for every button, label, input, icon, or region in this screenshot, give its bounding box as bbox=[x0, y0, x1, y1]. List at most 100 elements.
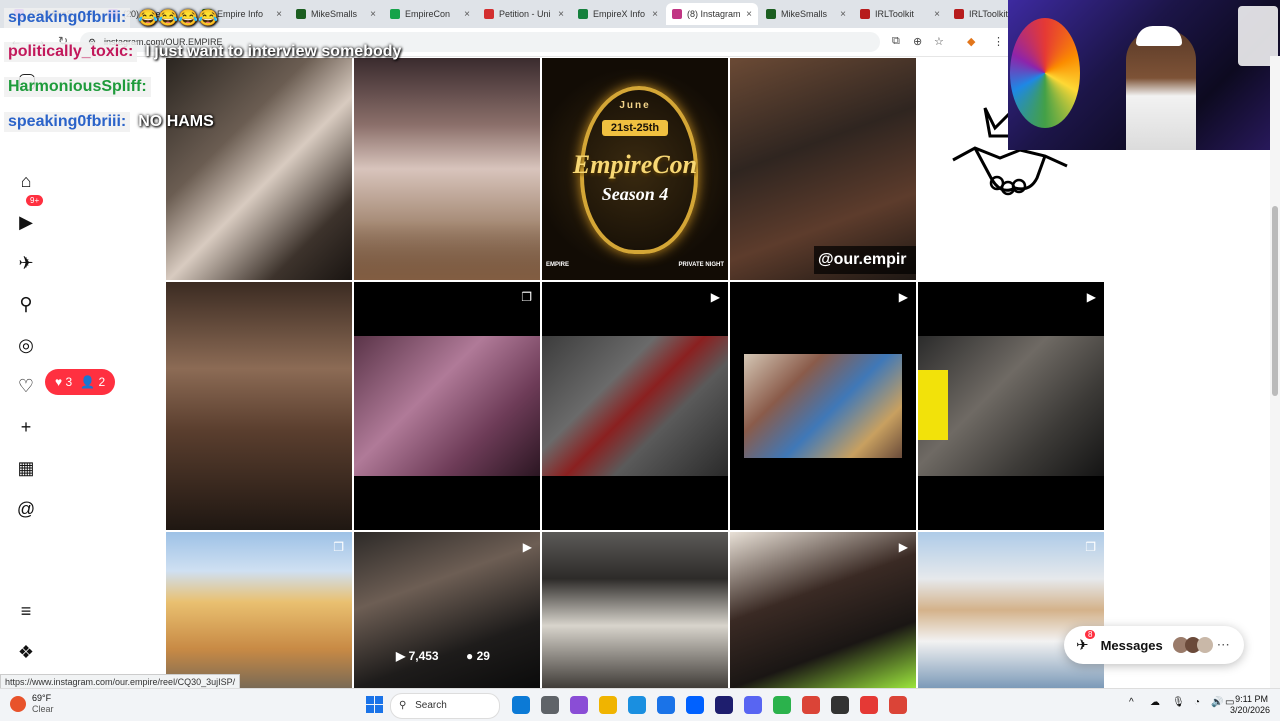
create-icon[interactable]: + bbox=[15, 416, 37, 438]
close-icon[interactable]: × bbox=[840, 9, 846, 20]
weather-widget[interactable]: 69°F Clear bbox=[10, 693, 54, 715]
post-tile-reel[interactable]: ▶ ▶ 7,453 ● 29 bbox=[354, 532, 540, 688]
folder-icon[interactable] bbox=[599, 696, 617, 714]
close-icon[interactable]: × bbox=[934, 9, 940, 20]
chat-text: I just want to interview somebody bbox=[145, 43, 402, 60]
edge-icon[interactable] bbox=[512, 696, 530, 714]
messages-button[interactable]: ✈ 8 Messages ⋯ bbox=[1064, 626, 1244, 664]
handle-overlay: @our.empir bbox=[814, 246, 916, 274]
network-icon[interactable]: ☁ bbox=[1150, 697, 1160, 708]
dropbox-icon[interactable] bbox=[686, 696, 704, 714]
more-icon[interactable]: ⋯ bbox=[1217, 637, 1230, 653]
explore-icon[interactable]: ◎ bbox=[15, 334, 37, 356]
browser-tab[interactable]: (8) Instagram × bbox=[666, 3, 758, 25]
tab-favicon-icon bbox=[390, 9, 400, 19]
chrome2-icon[interactable] bbox=[889, 696, 907, 714]
banner-footer-left: EMPIRE bbox=[546, 262, 570, 268]
chrome-icon[interactable] bbox=[802, 696, 820, 714]
app2-icon[interactable] bbox=[860, 696, 878, 714]
tab-label: MikeSmalls bbox=[781, 9, 828, 19]
post-tile[interactable]: ▶ bbox=[730, 282, 916, 530]
mic-icon[interactable]: 🎙 bbox=[1172, 697, 1185, 708]
messenger-badge: 9+ bbox=[26, 195, 44, 206]
wifi-icon[interactable]: ◔ bbox=[1194, 697, 1200, 708]
clock[interactable]: 9:11 PM 3/20/2026 bbox=[1230, 694, 1270, 716]
chat-username: politically_toxic: bbox=[4, 42, 138, 62]
post-tile[interactable]: ▶ bbox=[918, 282, 1104, 530]
app-icon[interactable] bbox=[773, 696, 791, 714]
install-icon[interactable]: ⧉ bbox=[892, 35, 900, 48]
dashboard-icon[interactable]: ▦ bbox=[15, 457, 37, 479]
start-icon[interactable] bbox=[366, 696, 383, 713]
post-tile[interactable]: ❐ bbox=[354, 282, 540, 530]
instagram-sidebar: ⌂ ▶ ✈ ⚲ ◎ ♡ + ▦ @ ≡ ❖ bbox=[0, 56, 55, 688]
reel-icon: ▶ bbox=[898, 290, 908, 304]
banner-footer-right: PRIVATE NIGHT bbox=[678, 262, 724, 268]
banner-dates: 21st-25th bbox=[602, 120, 668, 136]
search-icon[interactable]: ⚲ bbox=[15, 293, 37, 315]
menu-dots-icon[interactable]: ⋮ bbox=[993, 35, 1004, 48]
messenger-icon[interactable]: ✈ bbox=[15, 252, 37, 274]
post-tile[interactable]: ❐ bbox=[166, 532, 352, 688]
close-icon[interactable]: × bbox=[746, 9, 752, 20]
reel-comments: ● 29 bbox=[466, 649, 490, 663]
post-tile-event-banner[interactable]: June 21st-25th EmpireCon Season 4 EMPIRE… bbox=[542, 58, 728, 280]
widgets-icon[interactable] bbox=[541, 696, 559, 714]
page-scrollbar[interactable] bbox=[1270, 56, 1280, 688]
tab-favicon-icon bbox=[766, 9, 776, 19]
post-tile[interactable] bbox=[166, 58, 352, 280]
post-tile[interactable]: ❐ bbox=[918, 532, 1104, 688]
close-icon[interactable]: × bbox=[558, 9, 564, 20]
browser-icon[interactable] bbox=[628, 696, 646, 714]
scroll-thumb[interactable] bbox=[1272, 206, 1278, 396]
metamask-extension-icon[interactable]: ◆ bbox=[967, 35, 975, 48]
tab-favicon-icon bbox=[484, 9, 494, 19]
home-icon[interactable]: ⌂ bbox=[15, 170, 37, 192]
browser-tab[interactable]: MikeSmalls × bbox=[760, 3, 852, 25]
zoom-icon[interactable]: ⊕ bbox=[913, 35, 922, 48]
post-tile[interactable]: ❐ bbox=[166, 282, 352, 530]
post-tile[interactable]: ▶ bbox=[542, 282, 728, 530]
browser-tab[interactable]: IRLToolkit × bbox=[854, 3, 946, 25]
close-icon[interactable]: × bbox=[370, 9, 376, 20]
post-tile[interactable]: @our.empir bbox=[730, 58, 916, 280]
chat-message: speaking0fbriii: 😂😂😂😂 bbox=[4, 8, 218, 28]
close-icon[interactable]: × bbox=[464, 9, 470, 20]
tab-label: IRLToolkit bbox=[875, 9, 914, 19]
search-placeholder: Search bbox=[415, 700, 447, 711]
store-icon[interactable] bbox=[657, 696, 675, 714]
more-apps-icon[interactable]: ❖ bbox=[15, 641, 37, 663]
messages-badge: 8 bbox=[1085, 630, 1096, 639]
chat-text: 😂😂😂😂 bbox=[138, 10, 218, 27]
post-tile[interactable] bbox=[542, 532, 728, 688]
tab-label: Empire Info bbox=[217, 9, 264, 19]
chat-text: NO HAMS bbox=[138, 113, 214, 130]
volume-icon[interactable]: 🔊 bbox=[1211, 697, 1223, 708]
messenger-icon: ✈ 8 bbox=[1076, 630, 1096, 654]
terminal-icon[interactable] bbox=[715, 696, 733, 714]
heart-icon[interactable]: ♡ bbox=[15, 375, 37, 397]
chat-message: speaking0fbriii: NO HAMS bbox=[4, 112, 214, 132]
bookmark-star-icon[interactable]: ☆ bbox=[934, 35, 944, 48]
browser-tab[interactable]: Petition - Uni × bbox=[478, 3, 570, 25]
discord-icon[interactable] bbox=[744, 696, 762, 714]
browser-tab[interactable]: MikeSmalls × bbox=[290, 3, 382, 25]
obs-icon[interactable] bbox=[831, 696, 849, 714]
threads-icon[interactable]: @ bbox=[15, 498, 37, 520]
browser-tab[interactable]: EmpireX Info × bbox=[572, 3, 664, 25]
copilot-icon[interactable] bbox=[570, 696, 588, 714]
reels-icon[interactable]: ▶ bbox=[15, 211, 37, 233]
reel-icon: ▶ bbox=[522, 540, 532, 554]
close-icon[interactable]: × bbox=[652, 9, 658, 20]
menu-icon[interactable]: ≡ bbox=[15, 600, 37, 622]
streamer bbox=[1126, 30, 1196, 150]
tab-favicon-icon bbox=[860, 9, 870, 19]
post-tile[interactable]: ▶ bbox=[730, 532, 916, 688]
windows-taskbar: 69°F Clear ⚲ Search ^ ☁ 🎙 ◔ 🔊 ▭ 9:11 PM … bbox=[0, 688, 1280, 721]
close-icon[interactable]: × bbox=[276, 9, 282, 20]
chevron-up-icon[interactable]: ^ bbox=[1129, 697, 1134, 708]
taskbar-search[interactable]: ⚲ Search bbox=[390, 693, 500, 719]
notification-bubble[interactable]: ♥ 3 👤 2 bbox=[45, 369, 116, 395]
browser-tab[interactable]: EmpireCon × bbox=[384, 3, 476, 25]
post-tile[interactable] bbox=[354, 58, 540, 280]
